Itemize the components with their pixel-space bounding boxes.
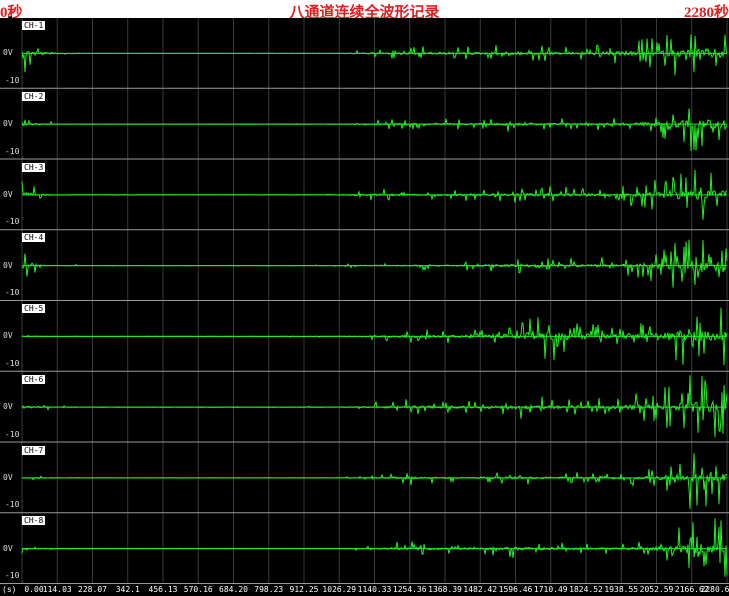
time-tick-label: 2052.59: [639, 585, 674, 594]
time-tick-label: 1596.46: [498, 585, 533, 594]
time-tick-label: 228.07: [78, 585, 107, 594]
time-tick-label: 342.1: [115, 585, 140, 594]
channel-unit-4: 0V: [3, 260, 13, 270]
time-tick-label: 912.25: [289, 585, 319, 594]
time-tick-label: 114.03: [42, 585, 72, 594]
time-tick-label: 1026.29: [322, 585, 357, 594]
time-tick-label: 0.00: [24, 585, 44, 594]
channel-scale-8: -10: [5, 571, 20, 580]
time-tick-label: 2280.6: [700, 585, 729, 594]
time-tick-label: 456.13: [148, 585, 178, 594]
axis-unit-label: (s): [2, 585, 17, 594]
channel-scale-2: -10: [5, 146, 20, 156]
channel-scale-1: -10: [5, 75, 20, 85]
channel-scale-6: -10: [5, 429, 20, 439]
channel-label-5: CH-5: [22, 304, 46, 313]
channel-label-1: CH-1: [22, 21, 46, 30]
waveform-plot[interactable]: CH-1 0V -10 CH-2 0V -10 CH-3 0V -10 CH-4 0V -10 CH-5…: [0, 18, 729, 584]
channel-scale-5: -10: [5, 358, 20, 368]
channel-unit-3: 0V: [3, 189, 13, 199]
time-axis: (s) 0.00 114.03 228.07 342.1 456.13 570.16 684…: [0, 584, 729, 596]
channel-unit-6: 0V: [3, 402, 13, 412]
channel-scale-7: -10: [5, 500, 20, 510]
channel-scale-4: -10: [5, 288, 20, 297]
time-tick-label: 798.23: [254, 585, 284, 594]
time-tick-label: 1482.42: [463, 585, 498, 594]
channel-unit-1: 0V: [3, 48, 13, 58]
time-tick-label: 684.20: [219, 585, 248, 594]
channel-unit-8: 0V: [3, 543, 13, 553]
channel-unit-5: 0V: [3, 331, 13, 341]
channel-label-3: CH-3: [22, 162, 46, 172]
time-tick-label: 1938.55: [604, 585, 639, 594]
channel-label-4: CH-4: [22, 233, 46, 243]
channel-scale-3: -10: [5, 217, 20, 227]
channel-label-6: CH-6: [22, 374, 46, 384]
time-tick-label: 1710.49: [533, 585, 568, 594]
channel-unit-7: 0V: [3, 472, 13, 482]
time-tick-label: 570.16: [183, 585, 213, 594]
time-tick-label: 1140.33: [357, 585, 392, 594]
time-tick-label: 1254.36: [392, 585, 427, 594]
channel-label-2: CH-2: [22, 91, 46, 101]
waveform-canvas: [0, 18, 729, 584]
time-tick-label: 1824.52: [569, 585, 603, 594]
channel-label-8: CH-8: [22, 516, 46, 526]
channel-label-7: CH-7: [22, 445, 46, 455]
channel-unit-2: 0V: [3, 119, 13, 129]
time-tick-label: 1368.39: [428, 585, 462, 594]
